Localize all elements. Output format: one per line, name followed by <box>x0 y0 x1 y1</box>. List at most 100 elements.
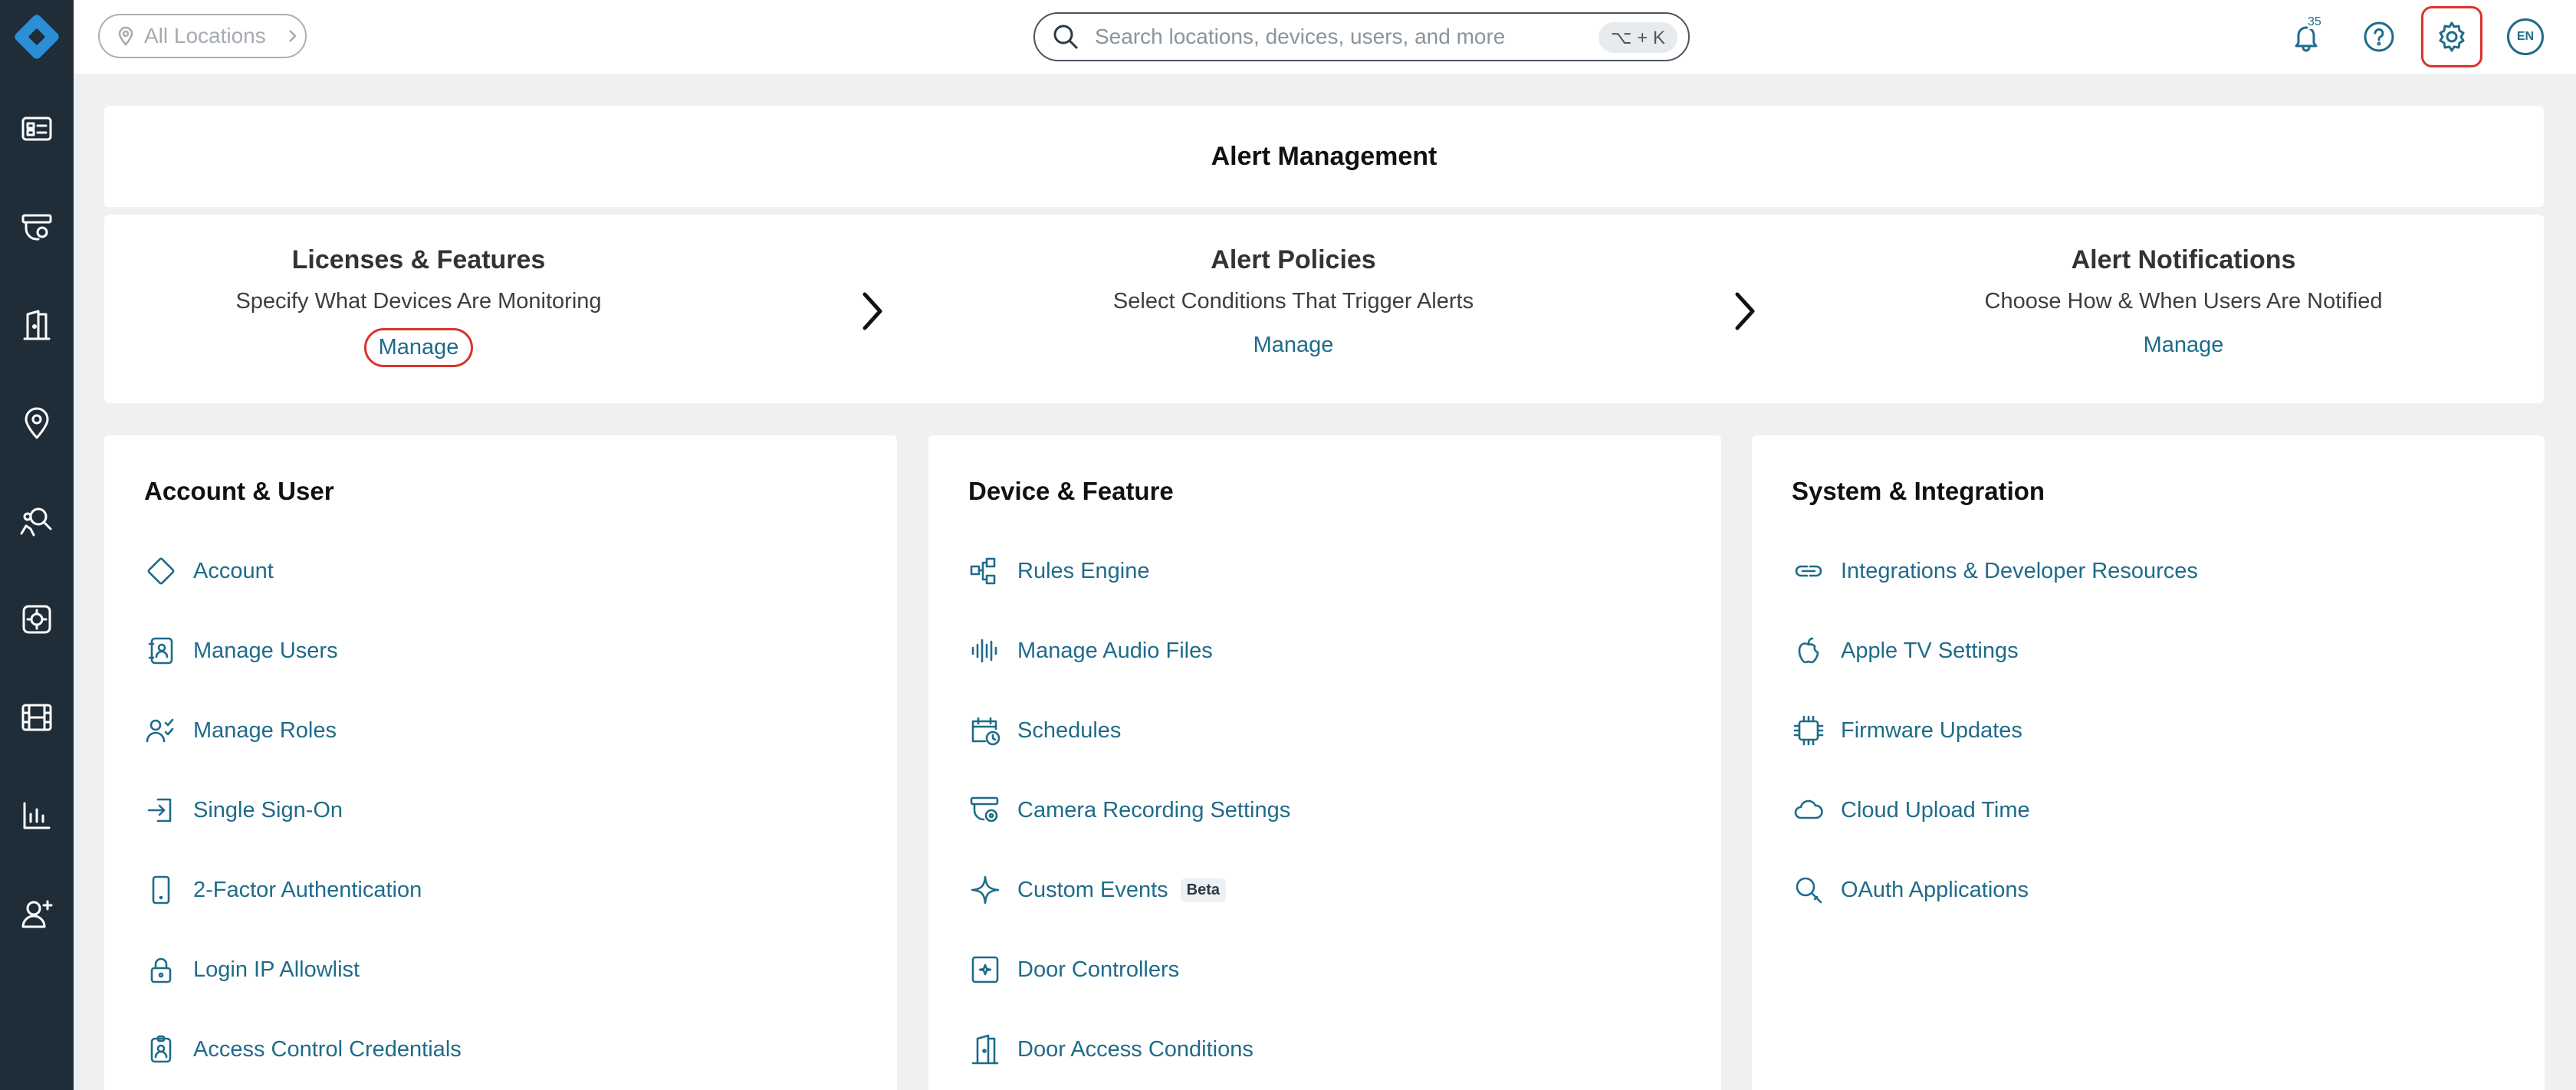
settings-item-cloud-upload-time[interactable]: Cloud Upload Time <box>1792 770 2198 850</box>
settings-item-schedules[interactable]: Schedules <box>968 691 1290 770</box>
settings-item-integrations[interactable]: Integrations & Developer Resources <box>1792 531 2198 611</box>
step-subtitle: Select Conditions That Trigger Alerts <box>1112 289 1474 314</box>
settings-item-firmware-updates[interactable]: Firmware Updates <box>1792 691 2198 770</box>
cloud-icon <box>1792 793 1825 827</box>
step-title: Alert Notifications <box>2071 245 2296 274</box>
notification-count-badge: 35 <box>2308 15 2321 29</box>
sensor-nav-icon[interactable] <box>0 583 74 656</box>
settings-link[interactable]: Integrations & Developer Resources <box>1841 559 2198 584</box>
settings-item-account[interactable]: Account <box>144 531 462 611</box>
search-shortcut-hint: ⌥ + K <box>1598 22 1677 53</box>
settings-link[interactable]: Manage Users <box>193 639 338 664</box>
step-licenses-features: Licenses & Features Specify What Devices… <box>127 245 710 367</box>
card-title: Device & Feature <box>968 477 1174 505</box>
chevron-right-icon <box>1730 288 1760 334</box>
settings-link[interactable]: Access Control Credentials <box>193 1037 462 1062</box>
settings-item-manage-roles[interactable]: Manage Roles <box>144 691 462 770</box>
account-user-card: Account & User Account Manage Users Mana… <box>104 435 897 1090</box>
add-user-nav-icon[interactable] <box>0 877 74 950</box>
location-picker-label: All Locations <box>144 24 266 48</box>
notifications-button[interactable]: 35 <box>2282 12 2331 61</box>
settings-item-access-control-credentials[interactable]: Access Control Credentials <box>144 1010 462 1089</box>
lock-icon <box>144 953 178 987</box>
chip-icon <box>1792 714 1825 747</box>
step-title: Alert Policies <box>1211 245 1376 274</box>
sidebar <box>0 0 74 1090</box>
settings-link[interactable]: Manage Roles <box>193 718 337 744</box>
settings-link[interactable]: Door Controllers <box>1017 957 1179 983</box>
settings-item-camera-recording-settings[interactable]: Camera Recording Settings <box>968 770 1290 850</box>
settings-link[interactable]: 2-Factor Authentication <box>193 878 422 903</box>
settings-item-manage-audio-files[interactable]: Manage Audio Files <box>968 611 1290 691</box>
phone-icon <box>144 873 178 907</box>
door-controller-icon <box>968 953 1002 987</box>
chevron-right-icon <box>857 288 888 334</box>
settings-item-manage-users[interactable]: Manage Users <box>144 611 462 691</box>
settings-item-rules-engine[interactable]: Rules Engine <box>968 531 1290 611</box>
access-control-nav-icon[interactable] <box>0 288 74 362</box>
sparkle-icon <box>968 873 1002 907</box>
badge-icon <box>144 1033 178 1066</box>
settings-link[interactable]: Login IP Allowlist <box>193 957 360 983</box>
licenses-manage-link[interactable]: Manage <box>363 328 474 367</box>
settings-item-apple-tv[interactable]: Apple TV Settings <box>1792 611 2198 691</box>
user-avatar[interactable]: EN <box>2507 18 2544 55</box>
settings-link[interactable]: Manage Audio Files <box>1017 639 1213 664</box>
alert-management-steps: Licenses & Features Specify What Devices… <box>104 215 2544 403</box>
gear-icon <box>2439 21 2465 52</box>
audio-wave-icon <box>968 634 1002 668</box>
people-search-nav-icon[interactable] <box>0 484 74 558</box>
camera-settings-icon <box>968 793 1002 827</box>
analytics-nav-icon[interactable] <box>0 779 74 852</box>
search-input[interactable] <box>1095 25 1524 49</box>
device-feature-card: Device & Feature Rules Engine Manage Aud… <box>928 435 1721 1090</box>
settings-item-door-access-conditions[interactable]: Door Access Conditions <box>968 1010 1290 1089</box>
card-title: System & Integration <box>1792 477 2045 505</box>
notifications-manage-link[interactable]: Manage <box>2131 328 2236 363</box>
settings-item-2fa[interactable]: 2-Factor Authentication <box>144 850 462 930</box>
settings-button[interactable] <box>2421 6 2482 67</box>
settings-link[interactable]: Account <box>193 559 274 584</box>
calendar-clock-icon <box>968 714 1002 747</box>
location-nav-icon[interactable] <box>0 386 74 460</box>
settings-link[interactable]: Custom Events <box>1017 878 1168 903</box>
settings-item-door-controllers[interactable]: Door Controllers <box>968 930 1290 1010</box>
location-pin-icon <box>118 26 133 46</box>
camera-nav-icon[interactable] <box>0 190 74 264</box>
apple-icon <box>1792 634 1825 668</box>
user-book-icon <box>144 634 178 668</box>
film-nav-icon[interactable] <box>0 681 74 754</box>
location-picker[interactable]: All Locations <box>98 14 307 58</box>
alert-management-title: Alert Management <box>1211 141 1438 171</box>
settings-link[interactable]: Door Access Conditions <box>1017 1037 1254 1062</box>
settings-item-oauth-applications[interactable]: OAuth Applications <box>1792 850 2198 930</box>
help-button[interactable] <box>2354 12 2404 61</box>
settings-link[interactable]: Apple TV Settings <box>1841 639 2019 664</box>
settings-link[interactable]: Single Sign-On <box>193 798 343 823</box>
step-alert-notifications: Alert Notifications Choose How & When Us… <box>1892 245 2475 363</box>
key-search-icon <box>1792 873 1825 907</box>
settings-link[interactable]: Firmware Updates <box>1841 718 2022 744</box>
settings-link[interactable]: Schedules <box>1017 718 1121 744</box>
settings-link[interactable]: Rules Engine <box>1017 559 1150 584</box>
settings-item-single-sign-on[interactable]: Single Sign-On <box>144 770 462 850</box>
step-alert-policies: Alert Policies Select Conditions That Tr… <box>1002 245 1585 363</box>
settings-item-login-ip-allowlist[interactable]: Login IP Allowlist <box>144 930 462 1010</box>
settings-link[interactable]: Camera Recording Settings <box>1017 798 1290 823</box>
global-search[interactable]: ⌥ + K <box>1033 12 1690 61</box>
settings-item-custom-events[interactable]: Custom Events Beta <box>968 850 1290 930</box>
flow-icon <box>968 554 1002 588</box>
top-bar: All Locations ⌥ + K 35 EN <box>74 0 2576 74</box>
door-icon <box>968 1033 1002 1066</box>
link-icon <box>1792 554 1825 588</box>
card-title: Account & User <box>144 477 334 505</box>
help-icon <box>2364 21 2394 52</box>
settings-link[interactable]: Cloud Upload Time <box>1841 798 2030 823</box>
policies-manage-link[interactable]: Manage <box>1241 328 1346 363</box>
logo-icon[interactable] <box>9 9 64 64</box>
settings-link[interactable]: OAuth Applications <box>1841 878 2029 903</box>
dashboard-nav-icon[interactable] <box>0 92 74 166</box>
system-integration-card: System & Integration Integrations & Deve… <box>1752 435 2545 1090</box>
search-icon <box>1053 25 1079 50</box>
sign-in-icon <box>144 793 178 827</box>
